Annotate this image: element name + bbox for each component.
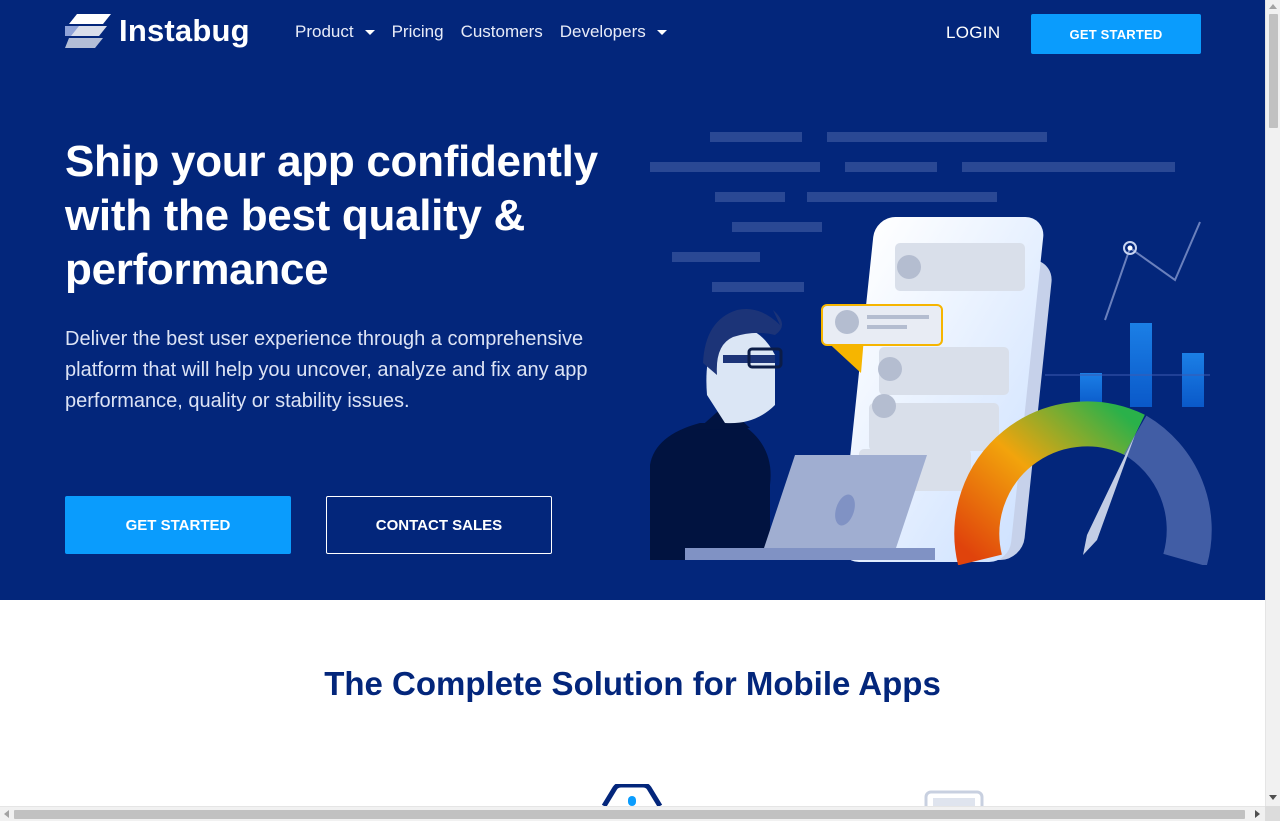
nav-item-pricing[interactable]: Pricing <box>392 22 444 42</box>
horizontal-scrollbar[interactable] <box>0 806 1265 821</box>
nav-item-label: Product <box>295 22 354 41</box>
hero-get-started-button[interactable]: GET STARTED <box>65 496 291 554</box>
contact-sales-button[interactable]: CONTACT SALES <box>326 496 552 554</box>
nav-item-label: Developers <box>559 22 646 41</box>
instabug-logo-icon <box>65 14 111 48</box>
scroll-left-arrow-icon[interactable] <box>4 810 9 818</box>
nav-item-product[interactable]: Product <box>295 22 375 42</box>
hero-section: Instabug Product Pricing Customers Devel… <box>0 0 1265 600</box>
vertical-scrollbar[interactable] <box>1265 0 1280 806</box>
brand-name: Instabug <box>119 13 250 48</box>
page: Instabug Product Pricing Customers Devel… <box>0 0 1265 806</box>
scrollbar-corner <box>1265 806 1280 821</box>
horizontal-scroll-thumb[interactable] <box>14 810 1245 819</box>
logo[interactable]: Instabug <box>65 13 250 49</box>
crash-reporting-icon <box>601 784 663 806</box>
hero-headline: Ship your app confidently with the best … <box>65 137 598 294</box>
caret-down-icon <box>364 29 375 35</box>
nav-item-developers[interactable]: Developers <box>560 22 667 42</box>
nav-get-started-button[interactable]: GET STARTED <box>1031 14 1201 54</box>
scroll-down-arrow-icon[interactable] <box>1269 795 1277 800</box>
vertical-scroll-thumb[interactable] <box>1269 14 1278 128</box>
nav-item-customers[interactable]: Customers <box>461 22 543 42</box>
scroll-up-arrow-icon[interactable] <box>1269 4 1277 9</box>
nav-item-label: Pricing <box>391 22 444 41</box>
login-link[interactable]: LOGIN <box>946 23 1000 43</box>
caret-down-icon <box>656 29 667 35</box>
device-screen-icon <box>924 790 984 806</box>
main-nav: Product Pricing Customers Developers <box>295 22 684 42</box>
scroll-right-arrow-icon[interactable] <box>1255 810 1260 818</box>
hero-illustration <box>650 132 1212 565</box>
nav-item-label: Customers <box>460 22 543 41</box>
section-title: The Complete Solution for Mobile Apps <box>324 665 941 702</box>
hero-subheadline: Deliver the best user experience through… <box>65 328 588 412</box>
